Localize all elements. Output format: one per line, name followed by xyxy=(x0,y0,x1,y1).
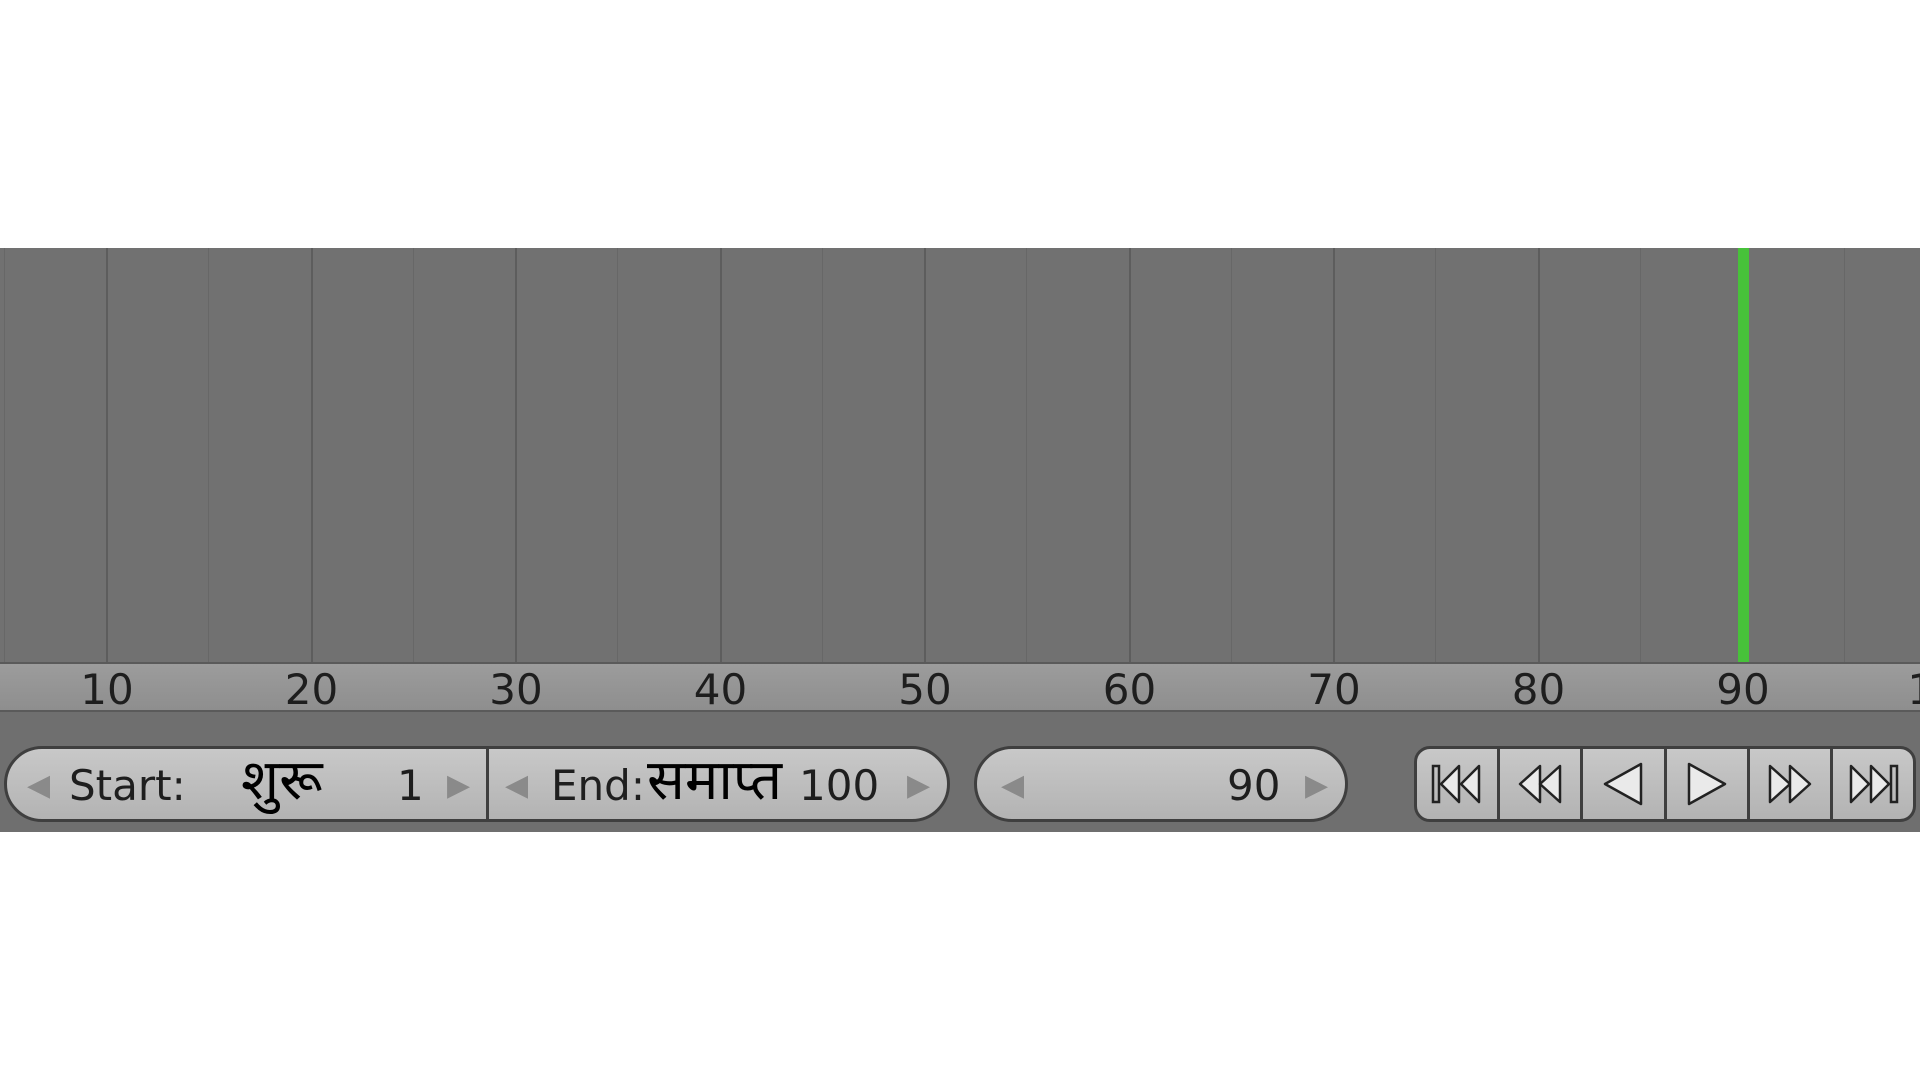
end-frame-field[interactable]: ◀ End: समाप्त 100 ▶ xyxy=(486,746,950,822)
play-reverse-icon xyxy=(1604,762,1643,806)
playback-controls xyxy=(1414,746,1916,822)
start-label: Start: xyxy=(69,761,186,810)
start-annotation: शुरू xyxy=(241,748,323,813)
play-button[interactable] xyxy=(1667,749,1750,819)
jump-to-previous-keyframe-button[interactable] xyxy=(1500,749,1584,819)
start-frame-field[interactable]: ◀ Start: शुरू 1 ▶ xyxy=(4,746,490,822)
play-reverse-button[interactable] xyxy=(1583,749,1667,819)
decrement-arrow-icon[interactable]: ◀ xyxy=(505,769,528,803)
footer-controls: ◀ Start: शुरू 1 ▶ ◀ End: समाप्त 100 ▶ ◀ … xyxy=(0,248,1920,832)
jump-to-start-icon xyxy=(1431,764,1481,804)
play-icon xyxy=(1687,762,1726,806)
jump-to-next-keyframe-icon xyxy=(1768,764,1812,804)
jump-to-start-button[interactable] xyxy=(1417,749,1501,819)
increment-arrow-icon[interactable]: ▶ xyxy=(907,769,930,803)
increment-arrow-icon[interactable]: ▶ xyxy=(1305,769,1328,803)
start-value: 1 xyxy=(397,761,424,810)
current-frame-value: 90 xyxy=(1227,761,1281,810)
jump-to-previous-keyframe-icon xyxy=(1519,764,1562,804)
jump-to-end-icon xyxy=(1849,764,1899,804)
end-value: 100 xyxy=(799,761,880,810)
increment-arrow-icon[interactable]: ▶ xyxy=(447,769,470,803)
decrement-arrow-icon[interactable]: ◀ xyxy=(27,769,50,803)
end-annotation: समाप्त xyxy=(647,748,783,813)
end-label: End: xyxy=(551,761,645,810)
current-frame-field[interactable]: ◀ 90 ▶ xyxy=(974,746,1348,822)
jump-to-end-button[interactable] xyxy=(1833,749,1913,819)
jump-to-next-keyframe-button[interactable] xyxy=(1750,749,1833,819)
decrement-arrow-icon[interactable]: ◀ xyxy=(1001,769,1024,803)
